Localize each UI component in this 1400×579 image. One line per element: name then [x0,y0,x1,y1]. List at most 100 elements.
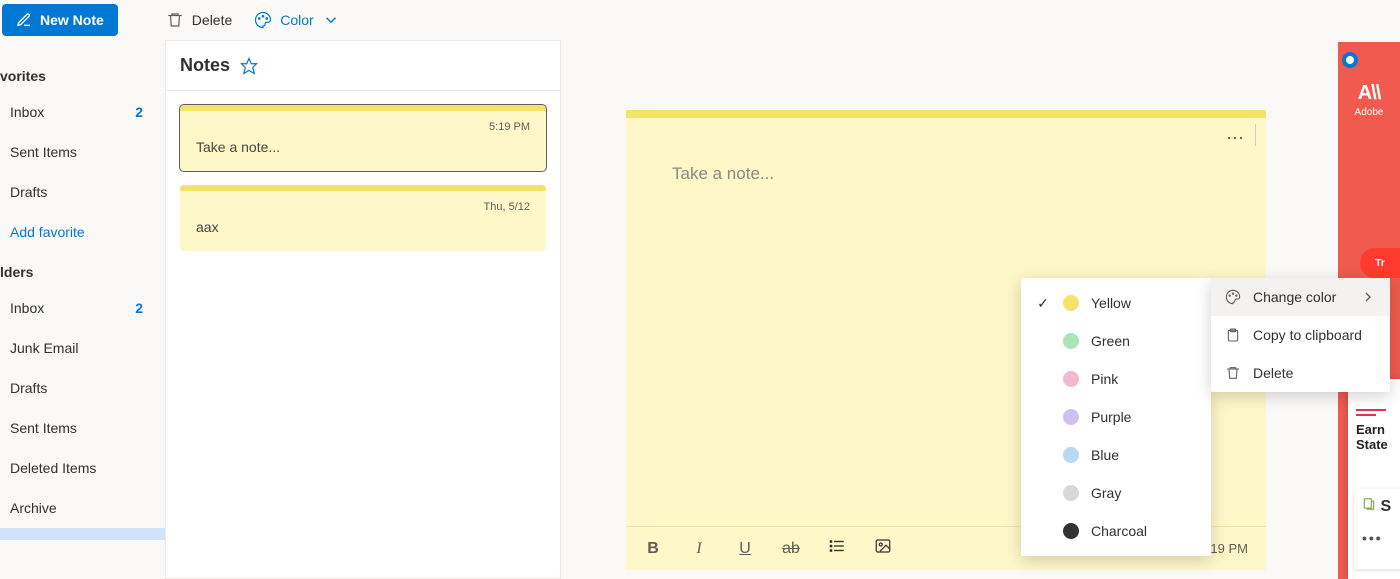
sidebar-item-label: Sent Items [10,144,77,160]
notes-list-pane: Notes 5:19 PM Take a note... Thu, 5/12 a… [165,40,561,579]
delete-label: Delete [192,12,232,28]
sidebar-item-label: Inbox [10,300,44,316]
color-label: Charcoal [1091,523,1147,539]
trash-icon [166,11,184,29]
color-swatch [1063,333,1079,349]
ad-mini-card: S ••• [1354,489,1400,569]
sidebar-item-notes[interactable] [0,528,165,540]
color-label: Yellow [1091,295,1131,311]
trash-icon [1225,365,1241,381]
delete-button[interactable]: Delete [166,11,232,29]
sidebar-item-label: Inbox [10,104,44,120]
sidebar: vorites Inbox 2 Sent Items Drafts Add fa… [0,40,165,579]
sidebar-item-label: Sent Items [10,420,77,436]
adobe-brand-text: Adobe [1338,107,1400,118]
color-swatch [1063,371,1079,387]
bold-button[interactable]: B [644,540,662,558]
note-card[interactable]: 5:19 PM Take a note... [180,105,546,171]
color-label: Color [280,12,313,28]
sidebar-item-count: 2 [135,300,143,316]
note-card[interactable]: Thu, 5/12 aax [180,185,546,251]
menuitem-label: Delete [1253,365,1293,381]
color-swatch [1063,295,1079,311]
sidebar-item-inbox-fav[interactable]: Inbox 2 [0,92,165,132]
color-dropdown[interactable]: Color [254,11,339,29]
menuitem-label: Change color [1253,289,1348,305]
sidebar-item-drafts[interactable]: Drafts [0,368,165,408]
new-note-label: New Note [40,12,104,28]
strikethrough-button[interactable]: ab [782,540,800,558]
sidebar-item-sent[interactable]: Sent Items [0,408,165,448]
color-swatch [1063,523,1079,539]
notes-list-header: Notes [166,41,560,91]
palette-icon [254,11,272,29]
italic-button[interactable]: I [690,540,708,558]
adobe-logo-icon: A\\ [1338,82,1400,105]
notes-title: Notes [180,55,230,76]
add-favorite-label: Add favorite [10,224,85,240]
note-editor: ⋯ Take a note... B I U ab [626,110,1266,570]
color-option-pink[interactable]: Pink [1021,360,1211,398]
copy-clipboard-menuitem[interactable]: Copy to clipboard [1211,316,1390,354]
ellipsis-icon: ••• [1362,530,1400,546]
sidebar-item-label: Drafts [10,380,47,396]
sidebar-item-count: 2 [135,104,143,120]
note-context-menu: Change color Copy to clipboard Delete [1211,278,1390,392]
note-placeholder: Take a note... [672,164,774,183]
color-option-gray[interactable]: Gray [1021,474,1211,512]
chevron-down-icon [322,11,340,29]
divider [1255,124,1256,146]
color-option-charcoal[interactable]: Charcoal [1021,512,1211,550]
ad-mini-label: S [1380,498,1391,515]
underline-button[interactable]: U [736,540,754,558]
note-time: 5:19 PM [196,121,530,133]
sidebar-item-inbox[interactable]: Inbox 2 [0,288,165,328]
more-options-button[interactable]: ⋯ [1222,126,1250,151]
sidebar-item-label: Deleted Items [10,460,96,476]
color-label: Gray [1091,485,1121,501]
sidebar-item-sent-fav[interactable]: Sent Items [0,132,165,172]
editor-pane: ⋯ Take a note... B I U ab [561,40,1400,579]
note-text: aax [196,219,530,235]
sidebar-item-label: Archive [10,500,57,516]
color-option-yellow[interactable]: ✓ Yellow [1021,284,1211,322]
sidebar-item-label: Junk Email [10,340,78,356]
list-button[interactable] [828,537,846,560]
change-color-menuitem[interactable]: Change color [1211,278,1390,316]
color-swatch [1063,485,1079,501]
format-toolbar: B I U ab [644,537,892,560]
note-text: Take a note... [196,139,530,155]
ad-cta-pill[interactable]: Tr [1360,248,1400,278]
sidebar-item-archive[interactable]: Archive [0,488,165,528]
color-label: Pink [1091,371,1118,387]
privacy-badge-icon[interactable] [1342,52,1358,68]
sidebar-item-drafts-fav[interactable]: Drafts [0,172,165,212]
color-label: Blue [1091,447,1119,463]
chevron-right-icon [1360,289,1376,305]
check-icon: ✓ [1035,295,1051,312]
color-swatch [1063,409,1079,425]
compose-icon [16,12,32,28]
color-submenu: ✓ Yellow Green Pink Purple [1021,278,1211,556]
menuitem-label: Copy to clipboard [1253,327,1362,343]
color-option-purple[interactable]: Purple [1021,398,1211,436]
color-swatch [1063,447,1079,463]
folders-header: lders [0,256,165,288]
color-option-blue[interactable]: Blue [1021,436,1211,474]
toolbar: New Note Delete Color [0,0,1400,40]
ad-card-title: EarnState [1356,422,1400,452]
add-favorite-link[interactable]: Add favorite [0,212,165,252]
sidebar-item-label: Drafts [10,184,47,200]
note-time: Thu, 5/12 [196,201,530,213]
new-note-button[interactable]: New Note [2,4,118,36]
clipboard-icon [1225,327,1241,343]
palette-icon [1225,289,1241,305]
sidebar-item-junk[interactable]: Junk Email [0,328,165,368]
favorites-header: vorites [0,60,165,92]
delete-menuitem[interactable]: Delete [1211,354,1390,392]
star-icon[interactable] [240,57,258,75]
image-button[interactable] [874,537,892,560]
color-option-green[interactable]: Green [1021,322,1211,360]
color-label: Green [1091,333,1130,349]
sidebar-item-deleted[interactable]: Deleted Items [0,448,165,488]
